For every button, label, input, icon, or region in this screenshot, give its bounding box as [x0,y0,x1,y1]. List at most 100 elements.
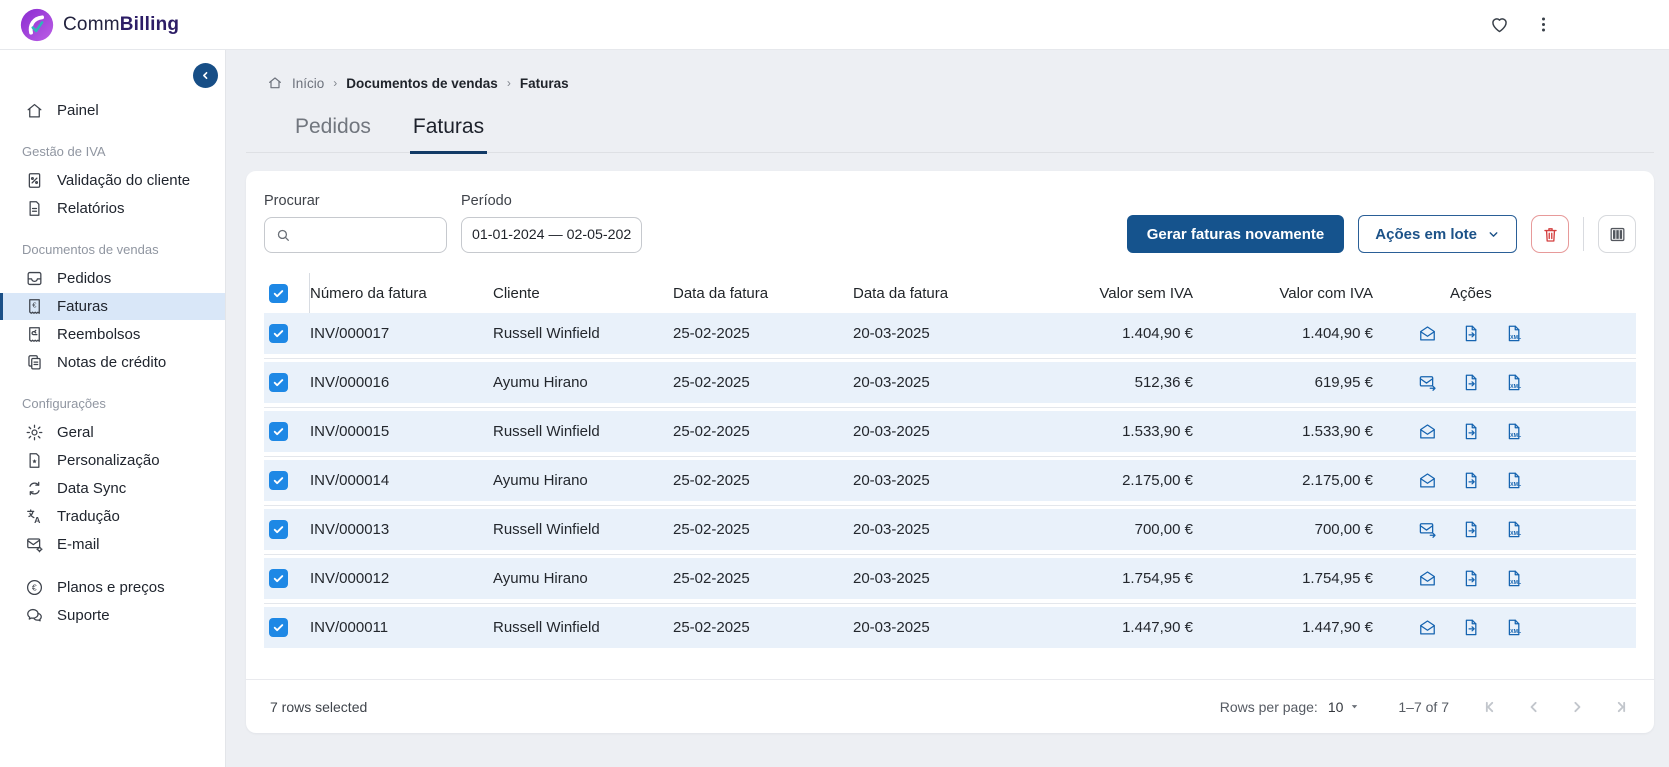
export-file-icon[interactable] [1461,569,1480,588]
svg-text:XML: XML [1510,580,1522,586]
chevron-right-icon: › [333,76,337,90]
gross-amount-cell: 1.404,90 € [1193,325,1373,342]
export-xml-icon[interactable]: XML [1504,324,1523,343]
invoices-card: Procurar Período 01-01-2024 — 02-05-202 [246,171,1654,733]
row-actions: XML [1373,324,1636,343]
previous-page-icon[interactable] [1524,697,1544,717]
breadcrumb-inicio[interactable]: Início [292,76,324,91]
sidebar-item-label: Painel [57,102,99,119]
sidebar-nav: Painel Gestão de IVA Validação do cliente R… [0,50,225,629]
sidebar-item-label: Reembolsos [57,326,140,343]
sidebar-item-pedidos[interactable]: Pedidos [0,265,225,292]
receipt-percent-icon [25,171,44,190]
export-xml-icon[interactable]: XML [1504,520,1523,539]
last-page-icon[interactable] [1610,697,1630,717]
sidebar-item-traducao[interactable]: ATradução [0,503,225,530]
export-xml-icon[interactable]: XML [1504,618,1523,637]
row-actions: XML [1373,373,1636,392]
row-checkbox[interactable] [269,618,288,637]
column-settings-button[interactable] [1598,215,1636,253]
mail-open-icon[interactable] [1418,569,1437,588]
table-row: INV/000014Ayumu Hirano25-02-202520-03-20… [264,460,1636,501]
export-xml-icon[interactable]: XML [1504,422,1523,441]
mail-open-icon[interactable] [1418,324,1437,343]
svg-text:A: A [34,515,41,525]
tab-pedidos[interactable]: Pedidos [292,115,374,154]
first-page-icon[interactable] [1481,697,1501,717]
tab-bar: Pedidos Faturas [246,115,1654,153]
breadcrumb-documentos[interactable]: Documentos de vendas [346,76,498,91]
net-amount-cell: 1.447,90 € [1033,619,1193,636]
col-actions: Ações [1373,285,1636,302]
export-file-icon[interactable] [1461,471,1480,490]
row-checkbox[interactable] [269,520,288,539]
export-file-icon[interactable] [1461,373,1480,392]
export-xml-icon[interactable]: XML [1504,471,1523,490]
row-checkbox[interactable] [269,422,288,441]
trash-icon [1541,225,1560,244]
favorite-heart-icon[interactable] [1489,14,1510,35]
client-cell: Ayumu Hirano [493,374,673,391]
send-email-icon[interactable] [1418,373,1437,392]
export-xml-icon[interactable]: XML [1504,373,1523,392]
next-page-icon[interactable] [1567,697,1587,717]
sidebar-item-e-mail[interactable]: E-mail [0,531,225,558]
select-all-checkbox[interactable] [269,284,288,303]
row-checkbox[interactable] [269,471,288,490]
export-file-icon[interactable] [1461,520,1480,539]
search-input[interactable] [300,227,436,243]
sidebar-item-label: Geral [57,424,94,441]
sidebar-item-faturas[interactable]: €Faturas [0,293,225,320]
row-checkbox[interactable] [269,373,288,392]
mail-open-icon[interactable] [1418,618,1437,637]
export-file-icon[interactable] [1461,324,1480,343]
more-vertical-icon[interactable] [1534,15,1553,34]
gross-amount-cell: 1.754,95 € [1193,570,1373,587]
delete-button[interactable] [1531,215,1569,253]
export-xml-icon[interactable]: XML [1504,569,1523,588]
sidebar-item-data-sync[interactable]: Data Sync [0,475,225,502]
sidebar-item-label: Suporte [57,607,110,624]
chevron-down-icon [1487,228,1500,241]
export-file-icon[interactable] [1461,422,1480,441]
row-checkbox[interactable] [269,324,288,343]
sidebar-item-relatorios[interactable]: Relatórios [0,195,225,222]
net-amount-cell: 700,00 € [1033,521,1193,538]
sidebar-item-label: Relatórios [57,200,125,217]
home-icon [25,101,44,120]
sidebar-section-label: Gestão de IVA [22,144,225,159]
table-row: INV/000015Russell Winfield25-02-202520-0… [264,411,1636,452]
sidebar-collapse-button[interactable] [193,63,218,88]
search-field[interactable] [264,217,447,253]
client-cell: Russell Winfield [493,619,673,636]
mail-open-icon[interactable] [1418,422,1437,441]
row-checkbox[interactable] [269,569,288,588]
document-icon [25,199,44,218]
sidebar-item-validacao-do-cliente[interactable]: Validação do cliente [0,167,225,194]
row-actions: XML [1373,422,1636,441]
client-cell: Ayumu Hirano [493,570,673,587]
sidebar-item-personalizacao[interactable]: Personalização [0,447,225,474]
regenerate-invoices-button[interactable]: Gerar faturas novamente [1127,215,1345,253]
sidebar-item-notas-de-credito[interactable]: Notas de crédito [0,349,225,376]
sidebar-item-reembolsos[interactable]: Reembolsos [0,321,225,348]
sidebar-item-painel[interactable]: Painel [0,97,225,124]
bulk-actions-button[interactable]: Ações em lote [1358,215,1517,253]
svg-text:XML: XML [1510,384,1522,390]
support-icon [25,606,44,625]
row-actions: XML [1373,618,1636,637]
sidebar-item-geral[interactable]: Geral [0,419,225,446]
sidebar-item-planos-e-precos[interactable]: €Planos e preços [0,574,225,601]
rows-per-page-label: Rows per page: [1220,699,1318,715]
send-email-icon[interactable] [1418,520,1437,539]
receipt-refund-icon [25,325,44,344]
rows-per-page-select[interactable]: 10 [1328,699,1361,715]
sidebar-item-suporte[interactable]: Suporte [0,602,225,629]
tab-faturas[interactable]: Faturas [410,115,487,154]
calendar-icon [639,227,642,244]
mail-open-icon[interactable] [1418,471,1437,490]
table-footer: 7 rows selected Rows per page: 10 1–7 of… [246,679,1654,733]
export-file-icon[interactable] [1461,618,1480,637]
svg-text:€: € [32,301,37,310]
period-field[interactable]: 01-01-2024 — 02-05-202 [461,217,642,253]
